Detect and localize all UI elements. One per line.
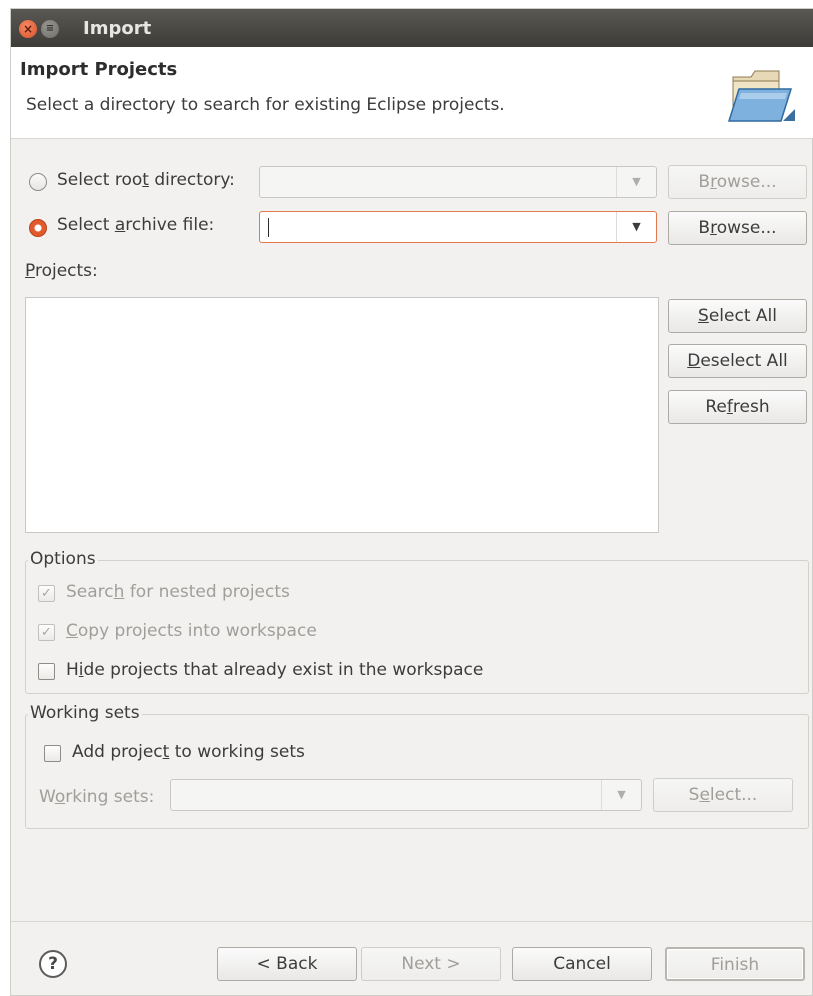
- copy-projects-checkbox[interactable]: ✓: [38, 624, 55, 641]
- hide-existing-projects-label[interactable]: Hide projects that already exist in the …: [66, 660, 483, 680]
- copy-projects-label: Copy projects into workspace: [66, 621, 317, 641]
- select-all-button[interactable]: Select All: [668, 299, 807, 333]
- root-directory-combo[interactable]: ▼: [259, 166, 657, 198]
- search-nested-label: Search for nested projects: [66, 582, 290, 602]
- working-sets-label: Working sets:: [39, 787, 155, 807]
- projects-label: Projects:: [25, 261, 98, 281]
- add-to-working-sets-label[interactable]: Add project to working sets: [72, 742, 305, 762]
- select-root-directory-label[interactable]: Select root directory:: [57, 170, 235, 190]
- help-icon[interactable]: ?: [39, 950, 67, 978]
- page-title: Import Projects: [20, 59, 178, 80]
- select-archive-file-label[interactable]: Select archive file:: [57, 215, 214, 235]
- import-dialog: × ≡ Import Import Projects Select a dire…: [10, 8, 813, 996]
- title-bar: × ≡ Import: [11, 9, 813, 47]
- working-sets-group-title: Working sets: [28, 703, 142, 723]
- back-button[interactable]: < Back: [217, 947, 357, 981]
- chevron-down-icon[interactable]: ▼: [616, 167, 656, 197]
- projects-list[interactable]: [25, 297, 659, 533]
- check-icon: ✓: [41, 625, 52, 640]
- finish-button[interactable]: Finish: [665, 947, 805, 981]
- wizard-header: Import Projects Select a directory to se…: [11, 47, 813, 139]
- window-title: Import: [83, 18, 152, 39]
- text-caret: [268, 218, 269, 237]
- page-description: Select a directory to search for existin…: [26, 95, 505, 115]
- search-nested-checkbox[interactable]: ✓: [38, 585, 55, 602]
- next-button[interactable]: Next >: [361, 947, 501, 981]
- browse-root-button[interactable]: Browse...: [668, 165, 807, 199]
- check-icon: ✓: [41, 586, 52, 601]
- hide-existing-projects-checkbox[interactable]: [38, 663, 55, 680]
- refresh-button[interactable]: Refresh: [668, 390, 807, 424]
- archive-file-combo[interactable]: ▼: [259, 211, 657, 243]
- deselect-all-button[interactable]: Deselect All: [668, 344, 807, 378]
- working-sets-combo[interactable]: ▼: [170, 779, 642, 811]
- add-to-working-sets-checkbox[interactable]: [44, 745, 61, 762]
- chevron-down-icon[interactable]: ▼: [616, 212, 656, 242]
- select-root-directory-radio[interactable]: [29, 173, 47, 191]
- close-window-icon[interactable]: ×: [19, 20, 37, 38]
- footer-separator: [11, 921, 813, 922]
- chevron-down-icon[interactable]: ▼: [601, 780, 641, 810]
- browse-archive-button[interactable]: Browse...: [668, 211, 807, 245]
- window-menu-icon[interactable]: ≡: [41, 20, 59, 38]
- options-group-title: Options: [28, 549, 98, 569]
- cancel-button[interactable]: Cancel: [512, 947, 652, 981]
- folder-icon: [727, 70, 795, 122]
- select-working-sets-button[interactable]: Select...: [653, 778, 793, 812]
- select-archive-file-radio[interactable]: [29, 219, 47, 237]
